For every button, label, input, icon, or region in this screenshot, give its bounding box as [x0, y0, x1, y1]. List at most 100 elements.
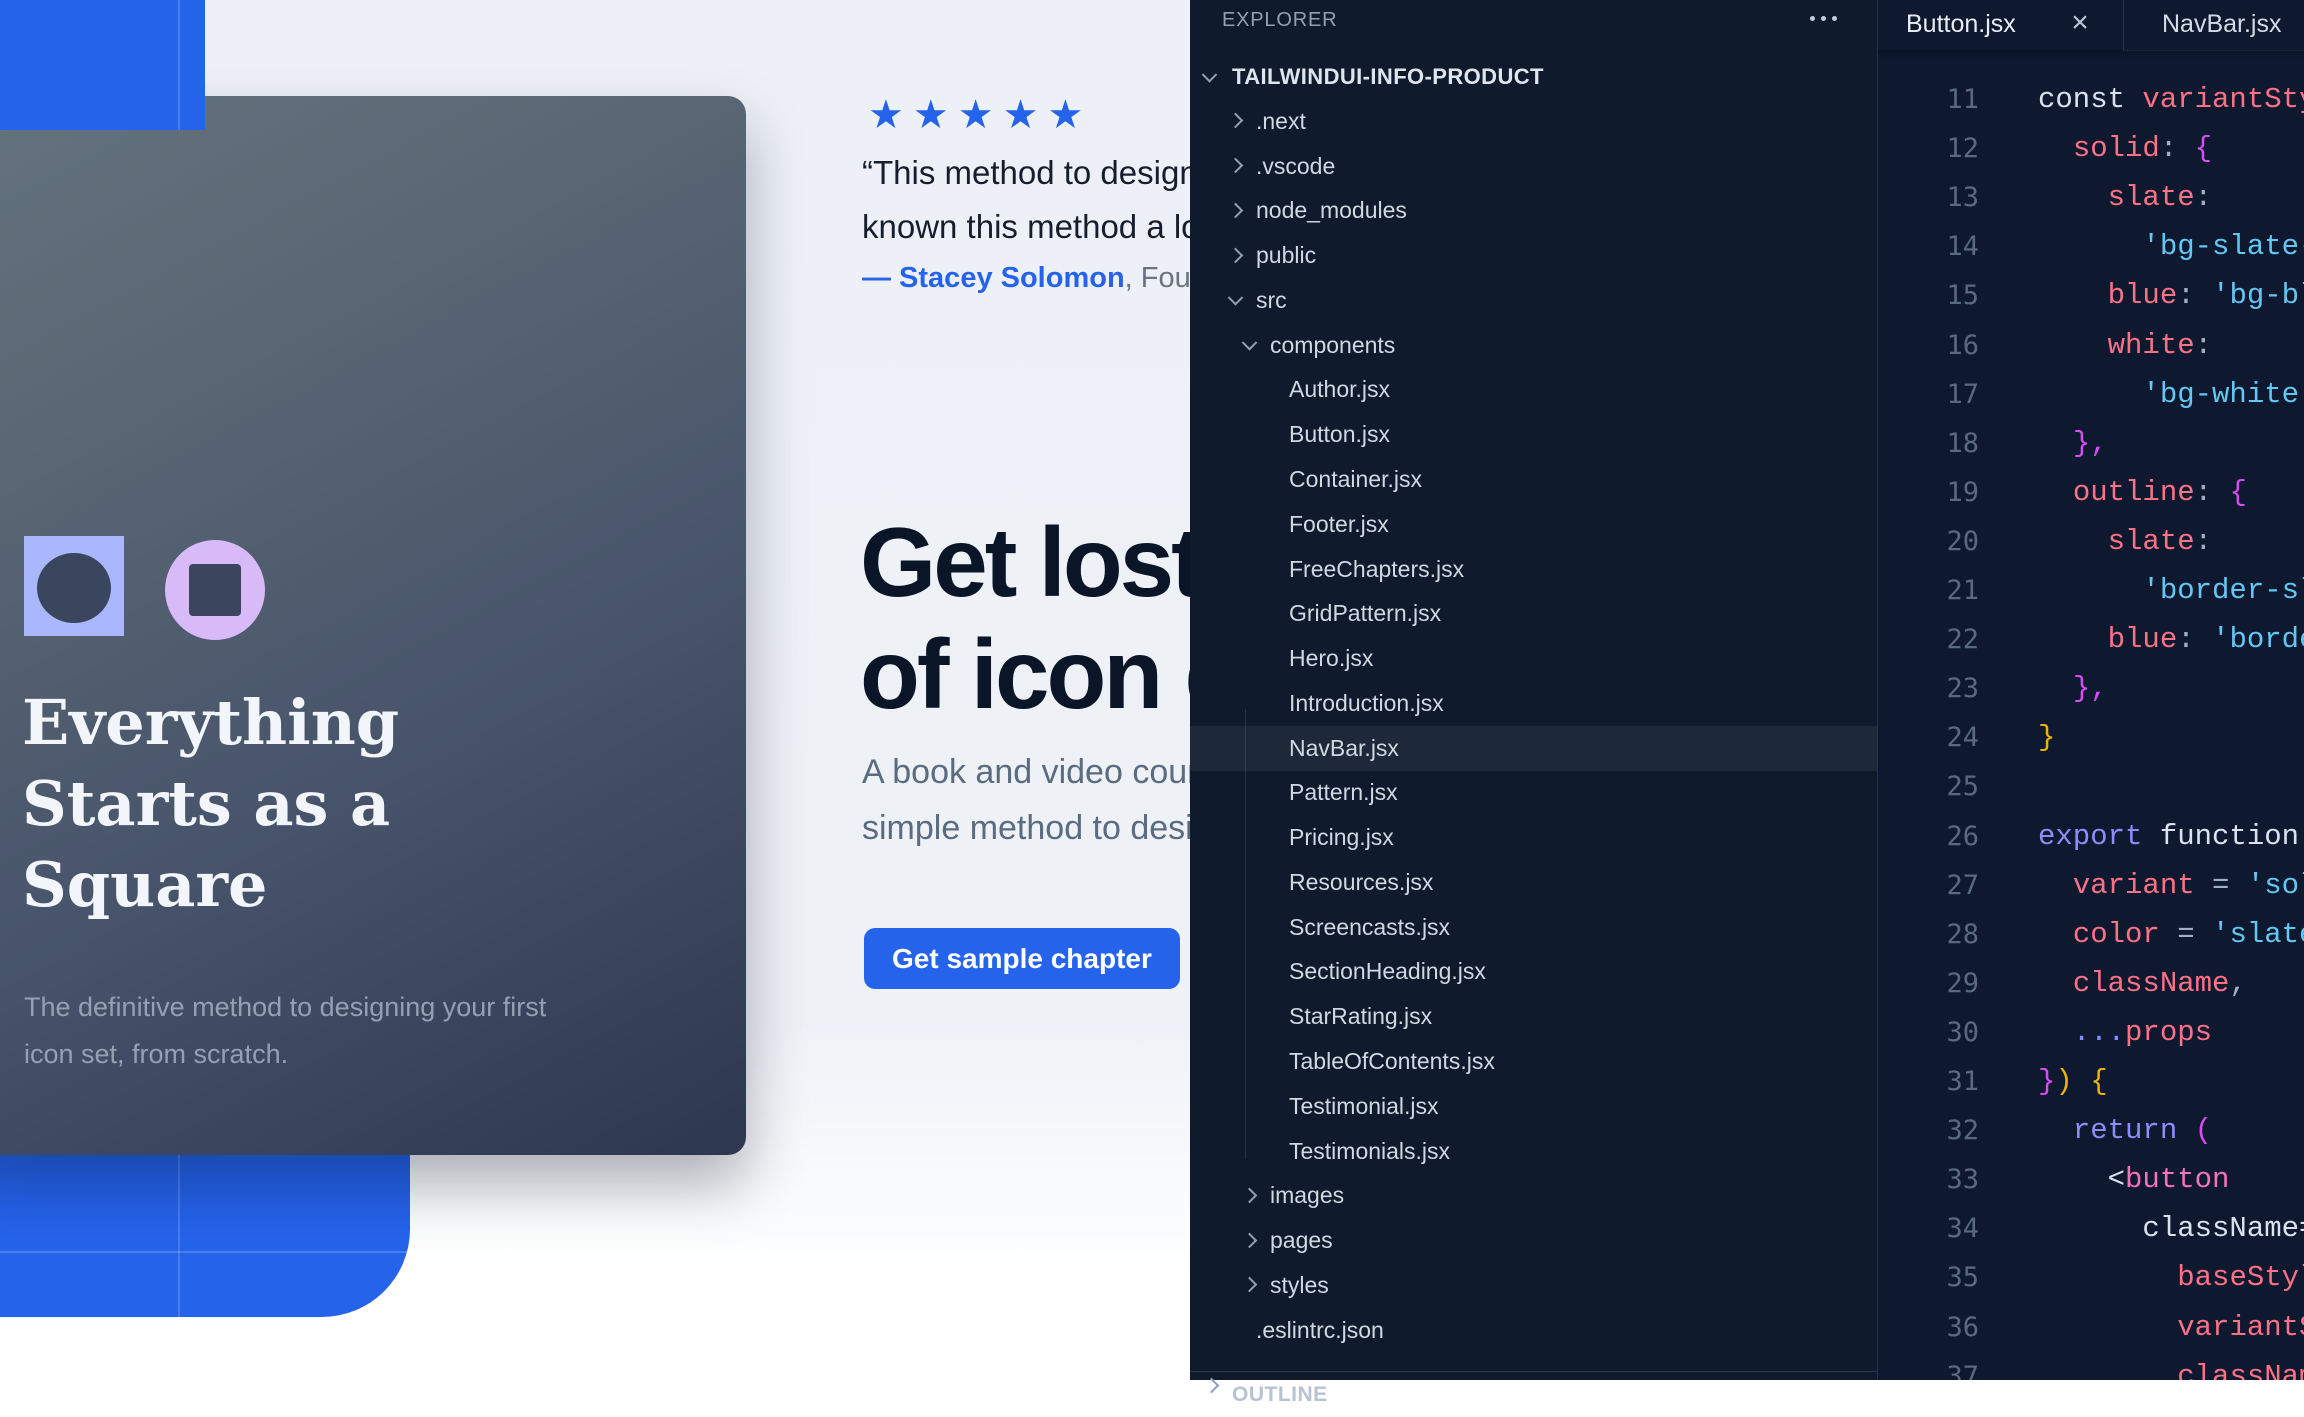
line-number: 30: [1878, 1008, 1979, 1057]
line-number: 33: [1878, 1155, 1979, 1204]
tree-item-folder[interactable]: TAILWINDUI-INFO-PRODUCT: [1190, 54, 1877, 99]
cover-title-line: Starts as a: [22, 763, 399, 844]
tree-item-file[interactable]: Hero.jsx: [1190, 636, 1877, 681]
outline-section-header[interactable]: OUTLINE: [1190, 1372, 1877, 1400]
code-line: 11const variantStyles = {: [1878, 75, 2304, 124]
testimonial-author: — Stacey Solomon: [862, 262, 1125, 294]
explorer-title: EXPLORER: [1222, 9, 1337, 32]
code-text: ...props: [2038, 1008, 2212, 1057]
tree-item-file[interactable]: Container.jsx: [1190, 457, 1877, 502]
code-line: 27 variant = 'solid',: [1878, 861, 2304, 910]
tree-item-file[interactable]: Pricing.jsx: [1190, 815, 1877, 860]
code-line: 24}: [1878, 713, 2304, 762]
line-number: 35: [1878, 1253, 1979, 1302]
code-text: },: [2038, 419, 2108, 468]
chevron-right-icon: [1228, 158, 1244, 174]
tree-item-label: Pattern.jsx: [1289, 770, 1398, 815]
code-text: slate:: [2038, 173, 2212, 222]
chevron-right-icon: [1242, 1277, 1258, 1293]
code-text: blue: 'border-blue-300 text-blue-600': [2038, 615, 2304, 664]
code-text: 'border-slate-200 text-slate-900': [2038, 566, 2304, 615]
code-text: 'bg-slate-900 text-white hover:bg-slate-…: [2038, 222, 2304, 271]
hero-paragraph: A book and video cours simple method to …: [862, 744, 1215, 856]
code-line: 20 slate:: [1878, 517, 2304, 566]
tree-item-folder[interactable]: images: [1190, 1173, 1877, 1218]
line-number: 17: [1878, 370, 1979, 419]
cover-circle-shape: [165, 540, 265, 640]
tab-navbar-jsx[interactable]: NavBar.jsx: [2123, 0, 2304, 51]
tree-item-label: public: [1256, 233, 1316, 278]
line-number: 32: [1878, 1106, 1979, 1155]
line-number: 23: [1878, 664, 1979, 713]
tree-item-folder[interactable]: pages: [1190, 1218, 1877, 1263]
tree-item-folder[interactable]: .next: [1190, 99, 1877, 144]
code-line: 33 <button: [1878, 1155, 2304, 1204]
code-line: 36 variantStyles[: [1878, 1303, 2304, 1352]
tree-item-file[interactable]: Resources.jsx: [1190, 860, 1877, 905]
tree-item-file[interactable]: Author.jsx: [1190, 367, 1877, 412]
code-line: 18 },: [1878, 419, 2304, 468]
tree-item-file[interactable]: Introduction.jsx: [1190, 681, 1877, 726]
chevron-down-icon: [1202, 67, 1218, 83]
chevron-right-icon: [1242, 1187, 1258, 1203]
code-line: 23 },: [1878, 664, 2304, 713]
code-line: 34 className=: [1878, 1204, 2304, 1253]
more-actions-icon[interactable]: [1810, 16, 1837, 21]
tree-item-label: FreeChapters.jsx: [1289, 547, 1464, 592]
code-line: 21 'border-slate-200 text-slate-900': [1878, 566, 2304, 615]
tree-item-file[interactable]: NavBar.jsx: [1190, 726, 1877, 771]
tree-item-label: Button.jsx: [1289, 412, 1390, 457]
cover-title-line: Everything: [22, 682, 399, 763]
chevron-right-icon: [1228, 202, 1244, 218]
tree-item-label: styles: [1270, 1263, 1329, 1308]
line-number: 37: [1878, 1352, 1979, 1380]
line-number: 19: [1878, 468, 1979, 517]
tree-item-file[interactable]: Button.jsx: [1190, 412, 1877, 457]
hero-blue-shape-bottom: [0, 1155, 410, 1317]
get-sample-chapter-button[interactable]: Get sample chapter: [864, 928, 1180, 989]
code-text: export function Button({: [2038, 812, 2304, 861]
tree-item-file[interactable]: TableOfContents.jsx: [1190, 1039, 1877, 1084]
tree-item-label: Testimonial.jsx: [1289, 1084, 1439, 1129]
close-icon[interactable]: ×: [2064, 0, 2096, 46]
tree-item-file[interactable]: Pattern.jsx: [1190, 770, 1877, 815]
code-line: 31}) {: [1878, 1057, 2304, 1106]
cover-circle-cutout: [37, 553, 111, 623]
tree-item-file[interactable]: GridPattern.jsx: [1190, 591, 1877, 636]
code-text: return (: [2038, 1106, 2212, 1155]
code-line: 16 white:: [1878, 321, 2304, 370]
tree-item-folder[interactable]: styles: [1190, 1263, 1877, 1308]
tree-item-label: node_modules: [1256, 188, 1407, 233]
code-line: 32 return (: [1878, 1106, 2304, 1155]
book-cover-card: Everything Starts as a Square The defini…: [0, 96, 746, 1155]
tree-item-file[interactable]: Footer.jsx: [1190, 502, 1877, 547]
code-line: 22 blue: 'border-blue-300 text-blue-600': [1878, 615, 2304, 664]
tree-item-folder[interactable]: components: [1190, 323, 1877, 368]
tree-item-label: .next: [1256, 99, 1306, 144]
tree-item-label: Author.jsx: [1289, 367, 1390, 412]
code-line: 17 'bg-white text-slate-900 hover:bg-blu…: [1878, 370, 2304, 419]
tree-item-folder[interactable]: public: [1190, 233, 1877, 278]
cover-square-cutout: [189, 564, 241, 616]
code-text: variantStyles[: [2038, 1303, 2304, 1352]
grid-pattern-line: [178, 0, 180, 130]
tree-item-folder[interactable]: src: [1190, 278, 1877, 323]
tree-item-file[interactable]: StarRating.jsx: [1190, 994, 1877, 1039]
tab-button-jsx[interactable]: Button.jsx ×: [1878, 0, 2123, 50]
tree-item-file[interactable]: Testimonials.jsx: [1190, 1129, 1877, 1174]
code-area[interactable]: 11const variantStyles = {12 solid: {13 s…: [1878, 50, 2304, 1380]
tree-item-file[interactable]: SectionHeading.jsx: [1190, 949, 1877, 994]
code-line: 37 className: [1878, 1352, 2304, 1380]
tree-item-folder[interactable]: .vscode: [1190, 144, 1877, 189]
tree-item-file[interactable]: Screencasts.jsx: [1190, 905, 1877, 950]
tree-item-file[interactable]: FreeChapters.jsx: [1190, 547, 1877, 592]
tree-item-label: TableOfContents.jsx: [1289, 1039, 1495, 1084]
line-number: 24: [1878, 713, 1979, 762]
code-text: blue: 'bg-blue-600 text-white hover:bg-b…: [2038, 271, 2304, 320]
tree-item-file[interactable]: Testimonial.jsx: [1190, 1084, 1877, 1129]
tree-item-file[interactable]: .eslintrc.json: [1190, 1308, 1877, 1353]
line-number: 31: [1878, 1057, 1979, 1106]
tree-item-folder[interactable]: node_modules: [1190, 188, 1877, 233]
tab-bar-shadow: [1878, 50, 2304, 60]
tree-item-label: .vscode: [1256, 144, 1335, 189]
